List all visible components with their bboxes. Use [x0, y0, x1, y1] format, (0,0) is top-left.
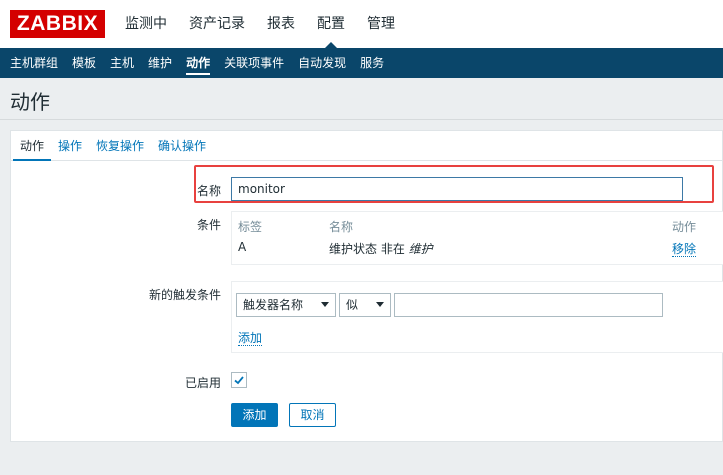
- cancel-button[interactable]: 取消: [289, 403, 336, 427]
- condition-type-select[interactable]: 触发器名称: [236, 293, 336, 317]
- zabbix-logo[interactable]: ZABBIX: [10, 10, 105, 38]
- sub-menu-item-event-correlation[interactable]: 关联项事件: [217, 48, 291, 78]
- condition-name-italic: 维护: [408, 242, 433, 256]
- condition-name-text: 维护状态 非在: [329, 242, 405, 256]
- action-form-panel: 动作 操作 恢复操作 确认操作 名称 条件 标签 名称 动作 A 维护状态 非在…: [10, 130, 723, 442]
- main-menu-item-label: 配置: [317, 16, 345, 32]
- new-condition-label: 新的触发条件: [148, 288, 221, 302]
- caret-down-icon: [321, 302, 329, 307]
- sub-menu-item-discovery[interactable]: 自动发现: [291, 48, 353, 78]
- main-menu-item-monitoring[interactable]: 监测中: [114, 0, 178, 48]
- conditions-header-tag: 标签: [238, 220, 263, 234]
- condition-row-name: 维护状态 非在 维护: [329, 240, 433, 257]
- tab-operations[interactable]: 操作: [51, 131, 89, 160]
- sub-menu-item-templates[interactable]: 模板: [65, 48, 103, 78]
- new-condition-box: 触发器名称 似 添加: [231, 281, 723, 353]
- condition-row-tag: A: [238, 240, 247, 254]
- condition-remove-link[interactable]: 移除: [672, 242, 697, 257]
- conditions-label: 条件: [196, 218, 221, 232]
- sub-menu-item-maintenance[interactable]: 维护: [141, 48, 179, 78]
- page-divider: [0, 119, 723, 120]
- sub-menu-item-actions[interactable]: 动作: [179, 48, 217, 78]
- tab-acknowledge-operations[interactable]: 确认操作: [151, 131, 213, 160]
- name-input[interactable]: [231, 177, 683, 201]
- caret-down-icon: [376, 302, 384, 307]
- main-menu-item-administration[interactable]: 管理: [356, 0, 406, 48]
- main-menu: 监测中 资产记录 报表 配置 管理: [114, 0, 406, 48]
- form-tabs: 动作 操作 恢复操作 确认操作: [11, 131, 722, 161]
- conditions-header-action: 动作: [672, 220, 697, 234]
- tab-action[interactable]: 动作: [13, 131, 52, 161]
- add-button[interactable]: 添加: [231, 403, 278, 427]
- name-label: 名称: [196, 184, 221, 198]
- condition-value-input[interactable]: [394, 293, 663, 317]
- page-title: 动作: [10, 90, 50, 114]
- condition-operator-select[interactable]: 似: [339, 293, 391, 317]
- sub-menu-item-hosts[interactable]: 主机: [103, 48, 141, 78]
- add-condition-link[interactable]: 添加: [238, 331, 263, 346]
- sub-menu-item-host-groups[interactable]: 主机群组: [3, 48, 65, 78]
- enabled-label: 已启用: [184, 376, 221, 390]
- tab-recovery-operations[interactable]: 恢复操作: [89, 131, 151, 160]
- conditions-table: 标签 名称 动作 A 维护状态 非在 维护 移除: [231, 211, 723, 265]
- enabled-checkbox[interactable]: [231, 372, 247, 388]
- condition-operator-select-value: 似: [346, 298, 359, 312]
- sub-menu-item-services[interactable]: 服务: [353, 48, 391, 78]
- condition-type-select-value: 触发器名称: [243, 298, 304, 312]
- main-menu-item-configuration[interactable]: 配置: [306, 0, 356, 48]
- sub-menu: 主机群组 模板 主机 维护 动作 关联项事件 自动发现 服务: [0, 48, 723, 78]
- checkmark-icon: [234, 376, 244, 385]
- main-menu-item-reports[interactable]: 报表: [256, 0, 306, 48]
- conditions-header-name: 名称: [329, 220, 354, 234]
- main-menu-item-inventory[interactable]: 资产记录: [178, 0, 256, 48]
- top-header: ZABBIX 监测中 资产记录 报表 配置 管理: [0, 0, 723, 48]
